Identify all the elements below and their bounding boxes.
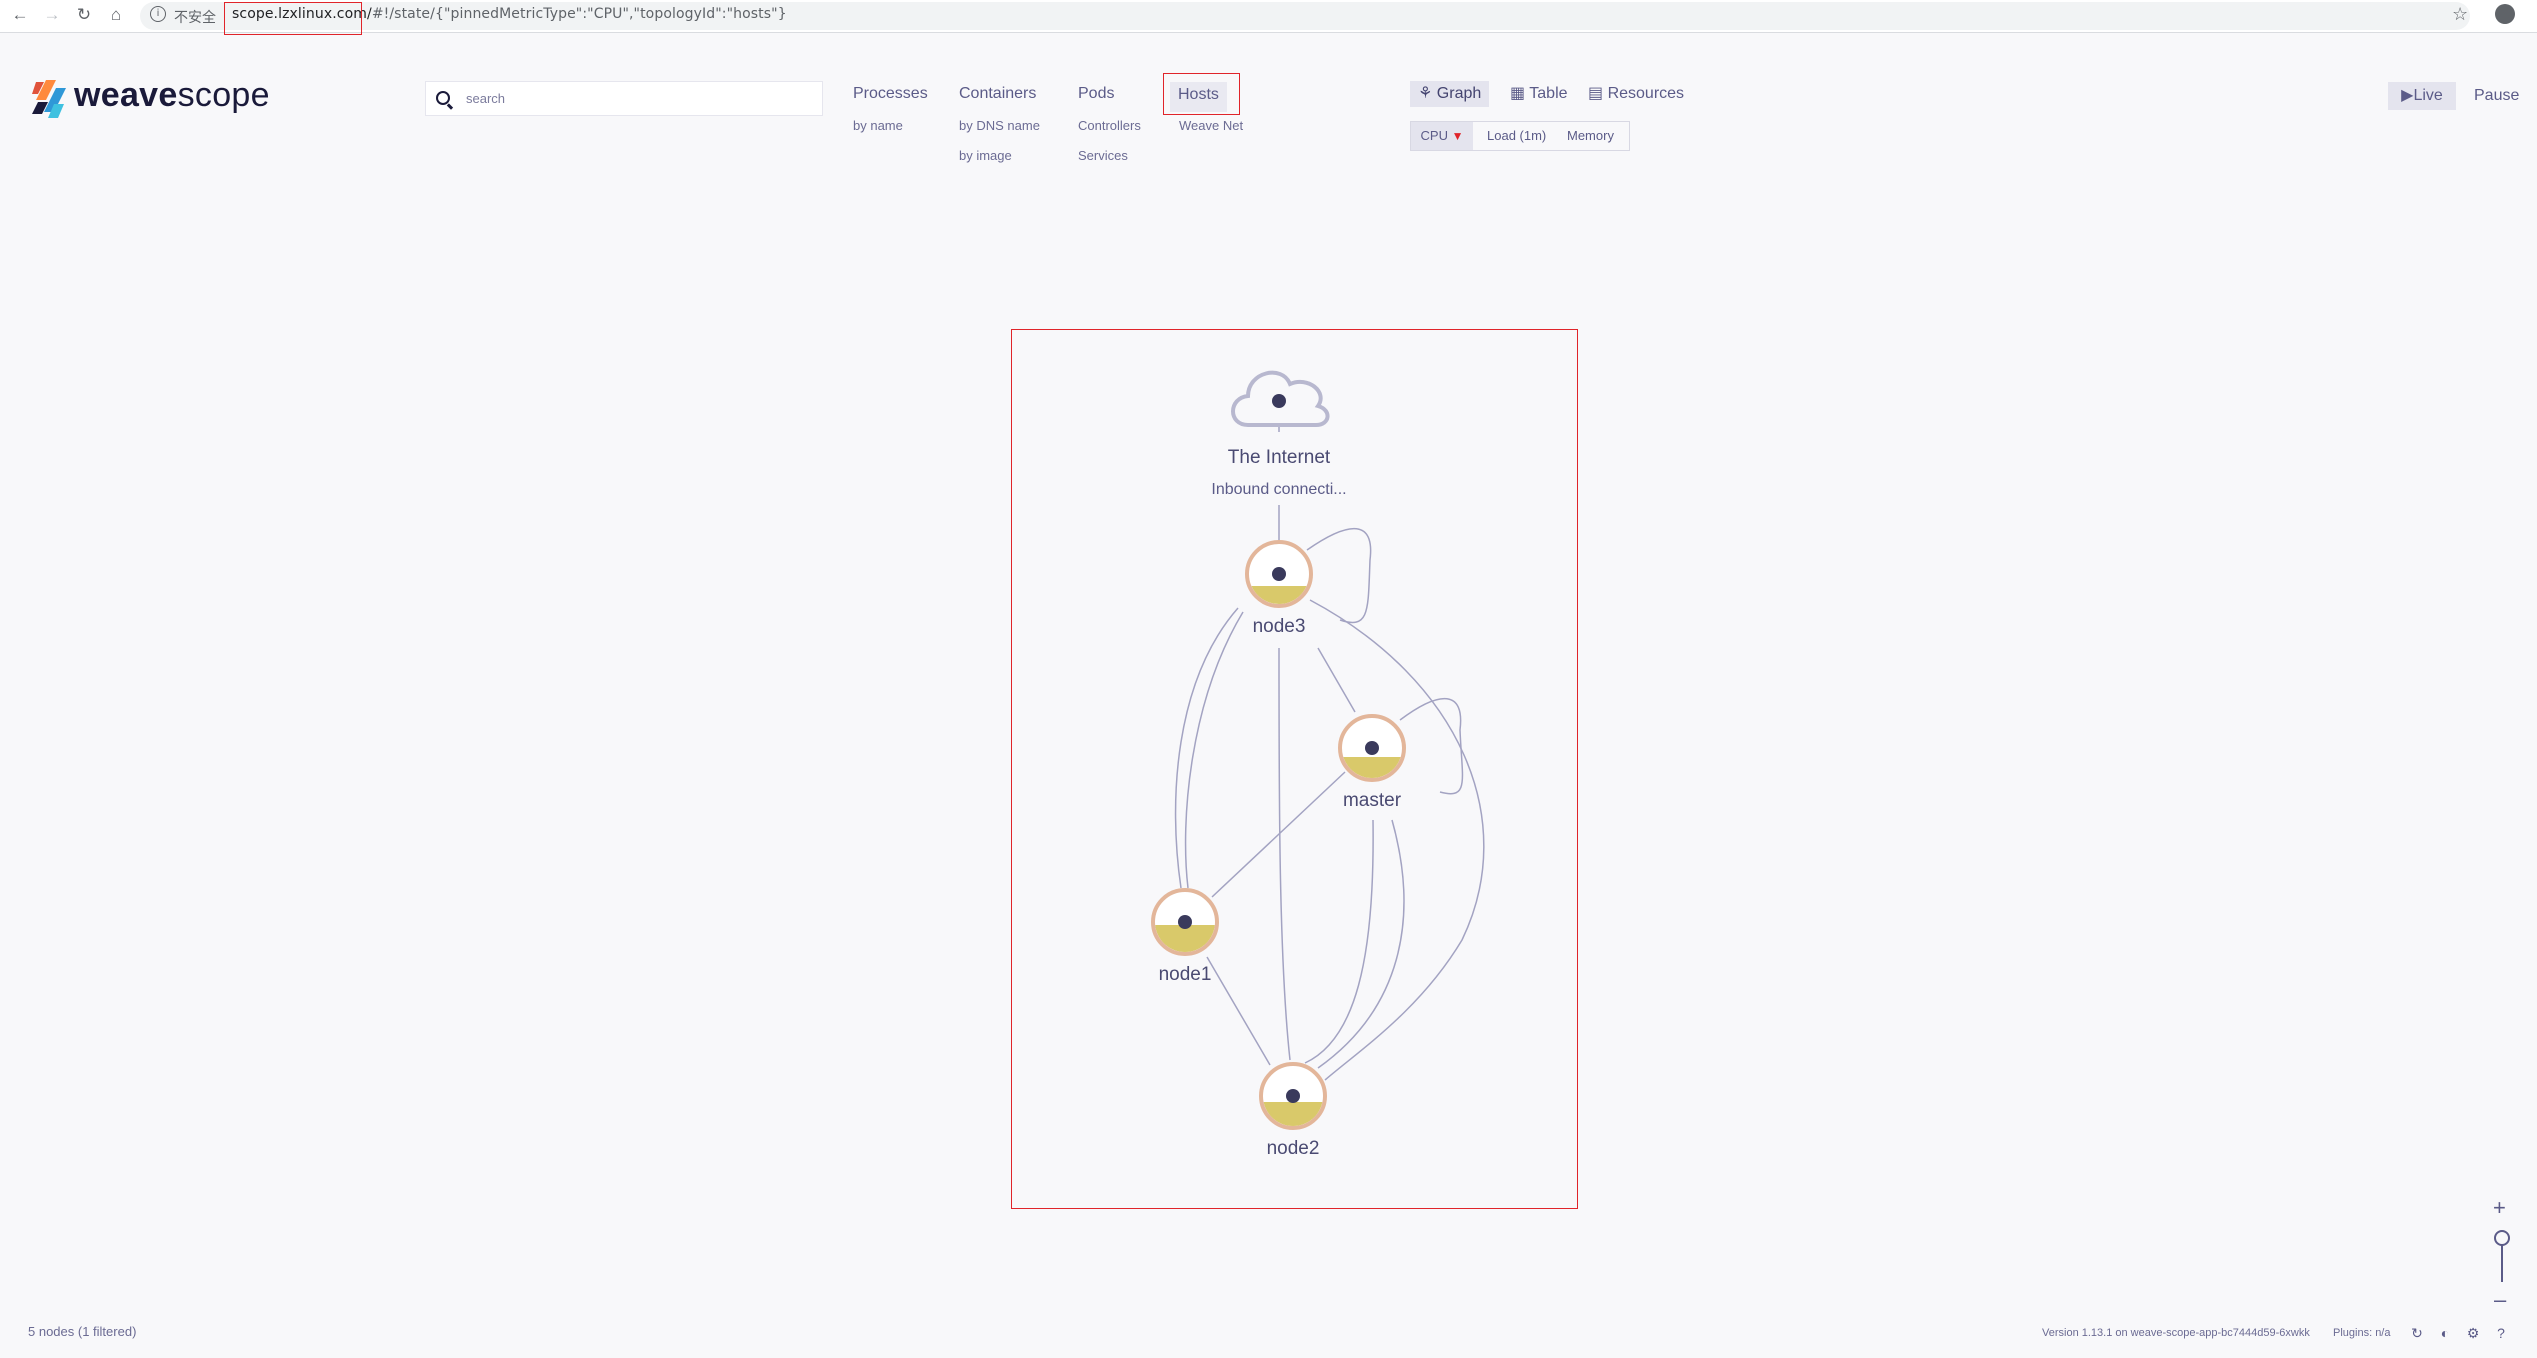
zoom-slider-handle[interactable] (2494, 1230, 2510, 1246)
contrast-icon[interactable]: ◐ (2437, 1325, 2453, 1341)
version-label: Version 1.13.1 on weave-scope-app-bc7444… (2042, 1327, 2310, 1339)
help-icon[interactable]: ? (2493, 1325, 2509, 1341)
refresh-icon[interactable]: ↻ (2409, 1325, 2425, 1341)
graph-highlight-box (1011, 329, 1578, 1209)
bug-icon[interactable]: ⚙ (2465, 1325, 2481, 1341)
node-count-status: 5 nodes (1 filtered) (28, 1324, 137, 1339)
plugins-label: Plugins: n/a (2333, 1327, 2391, 1339)
zoom-in-icon[interactable]: + (2493, 1195, 2506, 1221)
zoom-out-icon[interactable]: – (2494, 1287, 2506, 1313)
